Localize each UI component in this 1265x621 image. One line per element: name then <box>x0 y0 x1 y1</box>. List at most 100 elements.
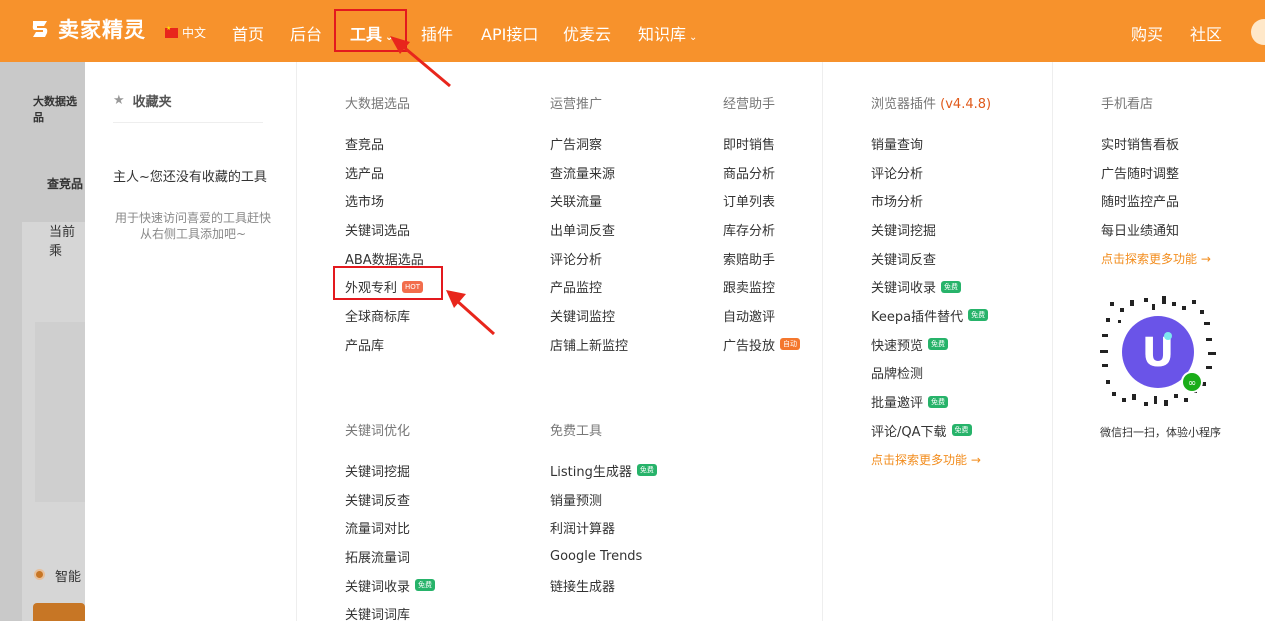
tool-link[interactable]: 关键词反查 <box>871 244 991 273</box>
tool-link[interactable]: 库存分析 <box>723 215 800 244</box>
tool-link-label: 全球商标库 <box>345 309 411 325</box>
tool-link-label: 快速预览 <box>871 338 924 354</box>
tool-link[interactable]: 索赔助手 <box>723 244 800 273</box>
tool-link-label: 店铺上新监控 <box>550 338 629 354</box>
tool-link-label: ABA数据选品 <box>345 252 424 268</box>
free-badge: 免费 <box>951 424 972 437</box>
language-label: 中文 <box>182 26 207 40</box>
tool-link[interactable]: 销量预测 <box>550 485 657 514</box>
mobile-explore-more-link[interactable]: 点击探索更多功能 → <box>1101 250 1211 267</box>
tool-link-label: 跟卖监控 <box>723 281 776 297</box>
tool-link[interactable]: 销量查询 <box>871 129 991 158</box>
nav-buy[interactable]: 购买 <box>1131 21 1163 45</box>
tool-link[interactable]: 评论/QA下载 免费 <box>871 416 991 445</box>
tool-link[interactable]: 全球商标库 <box>345 301 424 330</box>
free-badge: 免费 <box>941 280 962 293</box>
nav-item-0[interactable]: 首页 <box>232 21 264 45</box>
tool-link-label: 品牌检测 <box>871 367 924 383</box>
tool-link-label: 产品监控 <box>550 281 603 297</box>
nav-item-4[interactable]: API接口 <box>481 21 538 45</box>
nav-community[interactable]: 社区 <box>1190 21 1222 45</box>
tool-link[interactable]: 关键词挖掘 <box>871 215 991 244</box>
plugin-version: (v4.4.8) <box>940 97 992 112</box>
tool-link[interactable]: 关键词收录 免费 <box>871 272 991 301</box>
bg-radio-icon <box>34 569 45 580</box>
tool-link-label: 即时销售 <box>723 137 776 153</box>
tool-link[interactable]: 品牌检测 <box>871 359 991 388</box>
column-business-assistant: 经营助手 即时销售 商品分析 订单列表 库存分析 索赔助手 跟卖监控 自动邀评 广告投放 自动 <box>723 93 801 359</box>
nav-item-1[interactable]: 后台 <box>290 21 322 45</box>
nav-item-5[interactable]: 优麦云 <box>563 21 611 45</box>
tool-link[interactable]: 广告投放 自动 <box>723 330 801 359</box>
tool-link-label: 关键词反查 <box>871 252 937 268</box>
brand-logo[interactable]: 卖家精灵 <box>28 14 146 44</box>
tool-link-label: 实时销售看板 <box>1101 137 1180 153</box>
tool-link-label: 广告投放 <box>723 338 776 354</box>
tool-link[interactable]: 即时销售 <box>723 129 800 158</box>
plugin-explore-more-link[interactable]: 点击探索更多功能 → <box>871 451 991 468</box>
tool-link[interactable]: 关键词挖掘 <box>345 456 435 485</box>
tool-link[interactable]: 关键词词库 <box>345 599 435 621</box>
tool-link[interactable]: 广告随时调整 <box>1101 158 1211 187</box>
miniprogram-qr-code: U ∞ <box>1100 296 1216 406</box>
tool-link[interactable]: 拓展流量词 <box>345 542 435 571</box>
tool-link-label: 广告洞察 <box>550 137 603 153</box>
tool-link-label: 关键词挖掘 <box>871 223 937 239</box>
brand-name: 卖家精灵 <box>58 18 146 42</box>
star-icon: ★ <box>113 93 125 108</box>
tool-link-label: 拓展流量词 <box>345 550 411 566</box>
language-switcher[interactable]: 中文 <box>165 24 206 41</box>
column-title: 免费工具 <box>550 424 603 439</box>
tool-link-label: 利润计算器 <box>550 522 616 538</box>
tool-link-label: 关键词反查 <box>345 493 411 509</box>
tool-link[interactable]: 关联流量 <box>550 186 628 215</box>
column-title: 手机看店 <box>1101 97 1154 112</box>
tool-link[interactable]: 评论分析 <box>550 244 628 273</box>
tool-link[interactable]: 选市场 <box>345 186 424 215</box>
tool-link-label: 销量查询 <box>871 137 924 153</box>
tool-link[interactable]: 广告洞察 <box>550 129 628 158</box>
nav-item-6[interactable]: 知识库 ⌄ <box>638 21 697 45</box>
tool-link[interactable]: 随时监控产品 <box>1101 186 1211 215</box>
tool-link[interactable]: 流量词对比 <box>345 513 435 542</box>
background-page: 大数据选品 查竞品 当前乘 <box>0 62 85 621</box>
tool-link[interactable]: 关键词监控 <box>550 301 628 330</box>
nav-item-label: 后台 <box>290 25 323 44</box>
avatar[interactable] <box>1251 19 1265 45</box>
tool-link[interactable]: 利润计算器 <box>550 513 657 542</box>
tool-link[interactable]: 跟卖监控 <box>723 272 800 301</box>
tool-link[interactable]: 批量邀评 免费 <box>871 387 991 416</box>
tool-link[interactable]: Keepa插件替代 免费 <box>871 301 991 330</box>
tool-link[interactable]: Google Trends <box>550 542 657 571</box>
tool-link-label: 查流量来源 <box>550 166 616 182</box>
nav-item-label: API接口 <box>481 25 539 44</box>
tool-link[interactable]: 链接生成器 <box>550 571 657 600</box>
bg-label-current: 当前乘 <box>49 225 76 259</box>
tool-link[interactable]: 关键词收录 免费 <box>345 571 436 600</box>
tool-link[interactable]: 订单列表 <box>723 186 800 215</box>
bg-label-big-data: 大数据选品 <box>33 95 77 124</box>
tool-link[interactable]: 出单词反查 <box>550 215 628 244</box>
column-browser-plugin: 浏览器插件 (v4.4.8) 销量查询 评论分析 市场分析 关键词挖掘 关键词反查 关键词… <box>871 93 991 468</box>
tool-link[interactable]: 查流量来源 <box>550 158 628 187</box>
tool-link[interactable]: 自动邀评 <box>723 301 800 330</box>
tool-link[interactable]: 产品监控 <box>550 272 628 301</box>
tool-link[interactable]: 评论分析 <box>871 158 991 187</box>
tool-link[interactable]: 市场分析 <box>871 186 991 215</box>
tool-link[interactable]: 关键词选品 <box>345 215 424 244</box>
tool-link[interactable]: 商品分析 <box>723 158 800 187</box>
free-badge: 免费 <box>415 579 436 592</box>
tool-link[interactable]: Listing生成器 免费 <box>550 456 657 485</box>
tool-link[interactable]: 快速预览 免费 <box>871 330 991 359</box>
tool-link-label: Listing生成器 <box>550 464 632 480</box>
tool-link-label: 订单列表 <box>723 195 776 211</box>
tool-link[interactable]: 实时销售看板 <box>1101 129 1211 158</box>
tool-link[interactable]: 查竞品 <box>345 129 424 158</box>
tool-link[interactable]: 产品库 <box>345 330 424 359</box>
tool-link-label: 自动邀评 <box>723 309 776 325</box>
tool-link[interactable]: 关键词反查 <box>345 485 435 514</box>
tool-link[interactable]: 选产品 <box>345 158 424 187</box>
tool-link[interactable]: 每日业绩通知 <box>1101 215 1211 244</box>
favorites-panel: ★ 收藏夹 主人~您还没有收藏的工具 用于快速访问喜爱的工具赶快从右侧工具添加吧… <box>85 62 297 621</box>
tool-link[interactable]: 店铺上新监控 <box>550 330 628 359</box>
